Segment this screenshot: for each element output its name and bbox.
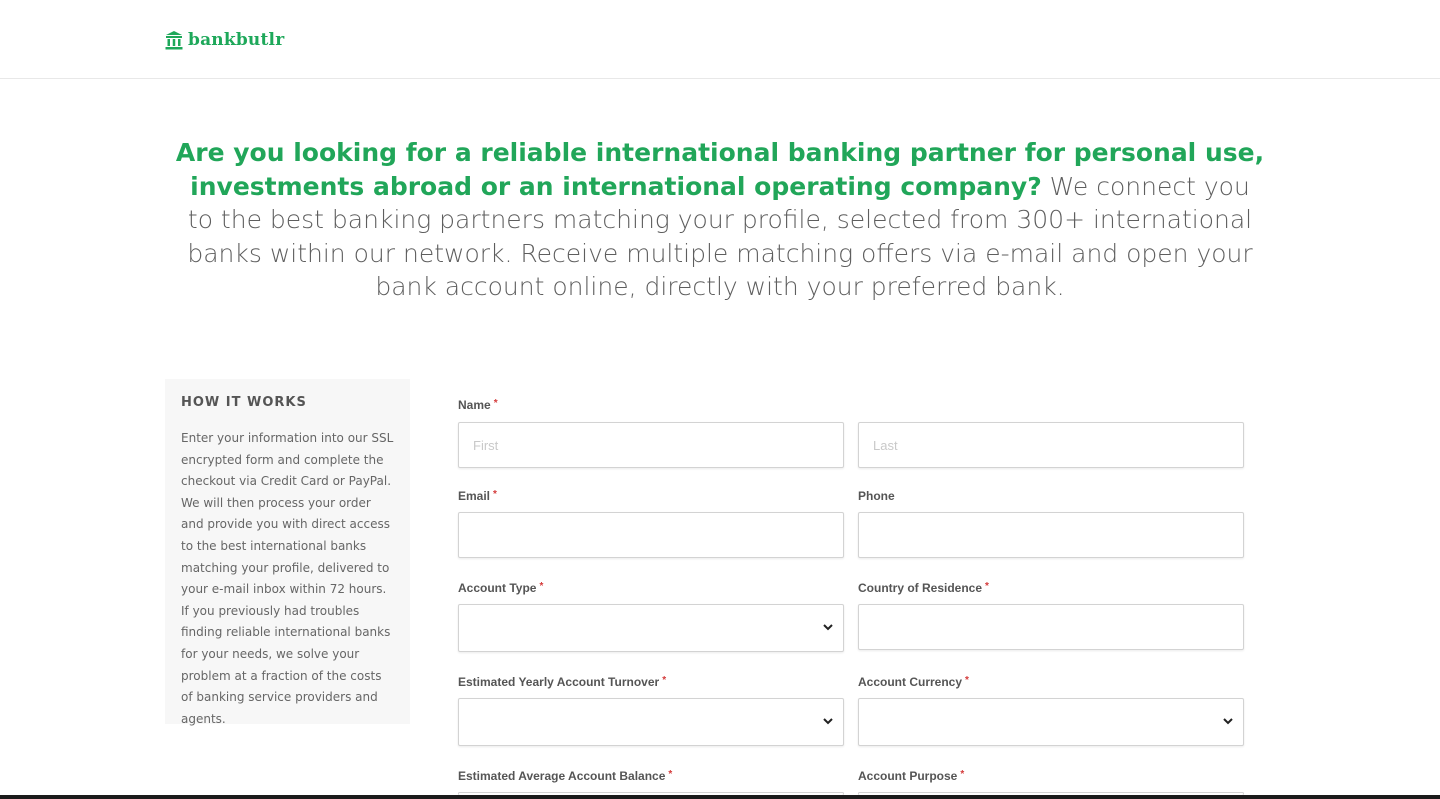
hero-intro: Are you looking for a reliable internati… <box>175 136 1265 304</box>
required-marker: * <box>493 489 497 500</box>
required-marker: * <box>965 675 969 686</box>
window-bottom-edge <box>0 795 1440 799</box>
phone-label: Phone <box>858 489 895 503</box>
required-marker: * <box>668 769 673 780</box>
turnover-label: Estimated Yearly Account Turnover * <box>458 675 666 689</box>
brand-name: bankbutlr <box>188 30 285 50</box>
chevron-down-icon <box>823 624 833 631</box>
purpose-label: Account Purpose * <box>858 769 964 783</box>
account-type-label: Account Type * <box>458 581 543 595</box>
email-label: Email * <box>458 489 497 503</box>
phone-input[interactable] <box>858 512 1244 558</box>
purpose-label-text: Account Purpose <box>858 769 958 783</box>
currency-select[interactable] <box>858 698 1244 746</box>
required-marker: * <box>960 769 965 780</box>
email-label-text: Email <box>458 489 491 503</box>
turnover-select[interactable] <box>458 698 844 746</box>
required-marker: * <box>985 581 989 592</box>
how-it-works-title: HOW IT WORKS <box>181 395 307 410</box>
balance-label: Estimated Average Account Balance * <box>458 769 672 783</box>
phone-label-text: Phone <box>858 489 895 503</box>
currency-label-text: Account Currency <box>858 675 963 689</box>
balance-label-text: Estimated Average Account Balance <box>458 769 666 783</box>
chevron-down-icon <box>823 718 833 725</box>
name-label-text: Name <box>458 398 491 412</box>
last-name-input[interactable] <box>858 422 1244 468</box>
turnover-label-text: Estimated Yearly Account Turnover <box>458 675 660 689</box>
bank-icon <box>165 31 183 50</box>
required-marker: * <box>662 675 667 686</box>
email-input[interactable] <box>458 512 844 558</box>
chevron-down-icon <box>1223 718 1233 725</box>
country-label: Country of Residence * <box>858 581 989 595</box>
currency-label: Account Currency * <box>858 675 969 689</box>
how-it-works-panel: HOW IT WORKS Enter your information into… <box>165 379 410 726</box>
brand-logo[interactable]: bankbutlr <box>165 30 284 50</box>
how-it-works-text: Enter your information into our SSL encr… <box>181 431 394 726</box>
first-name-input[interactable] <box>458 422 844 468</box>
account-type-label-text: Account Type <box>458 581 537 595</box>
required-marker: * <box>493 398 498 409</box>
name-label: Name * <box>458 398 498 412</box>
site-header: bankbutlr <box>0 0 1440 79</box>
required-marker: * <box>539 581 544 592</box>
account-type-select[interactable] <box>458 604 844 652</box>
country-input[interactable] <box>858 604 1244 650</box>
country-label-text: Country of Residence <box>858 581 983 595</box>
